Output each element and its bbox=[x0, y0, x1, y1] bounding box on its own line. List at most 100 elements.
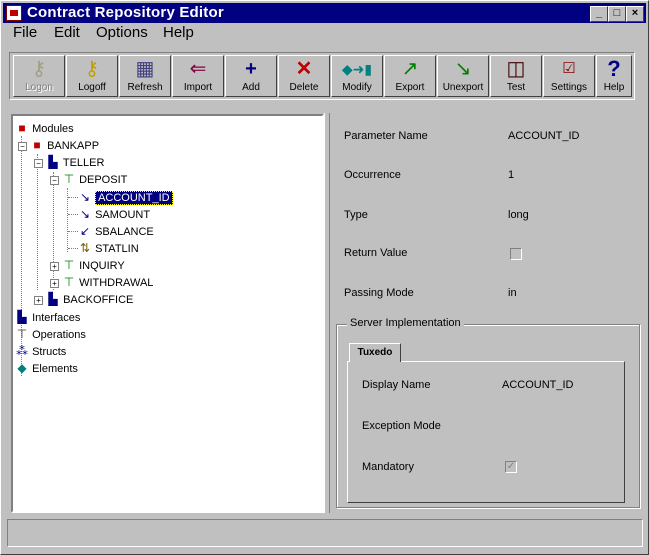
collapse-toggle[interactable]: − bbox=[34, 159, 43, 168]
tree-label: BANKAPP bbox=[47, 140, 100, 152]
minimize-button[interactable]: _ bbox=[590, 6, 608, 22]
expand-toggle[interactable]: + bbox=[50, 262, 59, 271]
modify-button[interactable]: ◆➜▮ Modify bbox=[331, 55, 383, 97]
status-bar bbox=[7, 519, 643, 547]
delete-button[interactable]: ✕ Delete bbox=[278, 55, 330, 97]
collapse-toggle[interactable]: − bbox=[18, 142, 27, 151]
key-crossed-icon: ⚷ bbox=[84, 58, 100, 80]
server-implementation-label: Server Implementation bbox=[347, 317, 464, 329]
menu-edit[interactable]: Edit bbox=[54, 24, 80, 41]
refresh-button[interactable]: ▦ Refresh bbox=[119, 55, 171, 97]
exception-mode-label: Exception Mode bbox=[362, 420, 441, 432]
tree-item-operations[interactable]: ⊤ Operations bbox=[15, 326, 86, 342]
module-icon: ■ bbox=[33, 138, 41, 152]
display-name-value: ACCOUNT_ID bbox=[502, 379, 574, 391]
add-label: Add bbox=[242, 82, 260, 93]
param-in-icon: ↘ bbox=[79, 207, 91, 221]
tree-item-samount[interactable]: ↘ SAMOUNT bbox=[78, 206, 150, 222]
settings-button[interactable]: ☑ Settings bbox=[543, 55, 595, 97]
tree-item-elements[interactable]: ◆ Elements bbox=[15, 360, 78, 376]
occurrence-label: Occurrence bbox=[344, 169, 401, 181]
tree-item-interfaces[interactable]: ▙ Interfaces bbox=[15, 309, 80, 325]
checkbox-icon: ☑ bbox=[562, 60, 576, 77]
occurrence-value: 1 bbox=[508, 169, 515, 181]
tree-guide bbox=[68, 248, 78, 249]
tree-item-sbalance[interactable]: ↙ SBALANCE bbox=[78, 223, 154, 239]
tree-label: SBALANCE bbox=[95, 226, 154, 238]
refresh-label: Refresh bbox=[127, 82, 163, 93]
menu-options[interactable]: Options bbox=[96, 24, 148, 41]
export-label: Export bbox=[395, 82, 425, 93]
interfaces-icon: ▙ bbox=[17, 310, 27, 324]
tree-item-modules[interactable]: ■ Modules bbox=[15, 120, 74, 136]
interface-icon: ▙ bbox=[48, 292, 58, 306]
delete-label: Delete bbox=[289, 82, 319, 93]
tree-label: WITHDRAWAL bbox=[79, 277, 154, 289]
tree-item-inquiry[interactable]: ⊤ INQUIRY bbox=[62, 257, 125, 273]
help-label: Help bbox=[603, 82, 625, 93]
tree-guide bbox=[53, 172, 54, 290]
operations-icon: ⊤ bbox=[16, 327, 28, 341]
gauge-icon: ◫ bbox=[506, 58, 526, 80]
mandatory-checkbox[interactable]: ✓ bbox=[505, 461, 517, 473]
menu-file[interactable]: File bbox=[13, 24, 37, 41]
logoff-label: Logoff bbox=[78, 82, 106, 93]
import-button[interactable]: ⇐ Import bbox=[172, 55, 224, 97]
help-button[interactable]: ? Help bbox=[596, 55, 632, 97]
x-icon: ✕ bbox=[295, 58, 313, 80]
display-name-label: Display Name bbox=[362, 379, 431, 391]
logoff-button[interactable]: ⚷ Logoff bbox=[66, 55, 118, 97]
tab-tuxedo[interactable]: Tuxedo bbox=[349, 343, 401, 362]
tree-item-backoffice[interactable]: ▙ BACKOFFICE bbox=[46, 291, 133, 307]
parameter-name-value: ACCOUNT_ID bbox=[508, 130, 580, 142]
expand-toggle[interactable]: + bbox=[34, 296, 43, 305]
plus-icon: + bbox=[245, 58, 257, 80]
return-value-label: Return Value bbox=[344, 247, 408, 259]
tree-guide bbox=[68, 231, 78, 232]
logon-button[interactable]: ⚷ Logon bbox=[13, 55, 65, 97]
question-icon: ? bbox=[607, 56, 621, 81]
menu-help[interactable]: Help bbox=[163, 24, 194, 41]
tree-item-bankapp[interactable]: ■ BANKAPP bbox=[30, 137, 99, 153]
test-button[interactable]: ◫ Test bbox=[490, 55, 542, 97]
param-in-icon: ↘ bbox=[79, 190, 91, 204]
repository-tree[interactable]: ■ Modules − ■ BANKAPP − ▙ TELLER − ⊤ DEP… bbox=[11, 114, 324, 513]
app-icon bbox=[6, 5, 22, 21]
import-truck-icon: ⇐ bbox=[189, 58, 207, 80]
tree-label: BACKOFFICE bbox=[63, 294, 134, 306]
unexport-button[interactable]: ↘ Unexport bbox=[437, 55, 489, 97]
title-bar[interactable]: Contract Repository Editor _ □ × bbox=[3, 3, 646, 23]
tree-item-statlin[interactable]: ⇅ STATLIN bbox=[78, 240, 139, 256]
tree-item-teller[interactable]: ▙ TELLER bbox=[46, 154, 104, 170]
tree-item-withdrawal[interactable]: ⊤ WITHDRAWAL bbox=[62, 274, 154, 290]
type-label: Type bbox=[344, 209, 368, 221]
return-value-checkbox[interactable] bbox=[510, 248, 522, 260]
tree-guide bbox=[68, 197, 78, 198]
modify-shapes-icon: ◆➜▮ bbox=[341, 61, 373, 77]
refresh-icon: ▦ bbox=[135, 58, 155, 80]
test-label: Test bbox=[506, 82, 526, 93]
export-button[interactable]: ↗ Export bbox=[384, 55, 436, 97]
modules-icon: ■ bbox=[18, 121, 26, 135]
param-inout-icon: ⇅ bbox=[79, 241, 91, 255]
unexport-arrow-icon: ↘ bbox=[454, 58, 472, 80]
tree-item-account-id[interactable]: ↘ ACCOUNT_ID bbox=[78, 189, 173, 205]
server-implementation-group: Server Implementation Tuxedo Display Nam… bbox=[336, 317, 640, 508]
menu-bar: File Edit Options Help bbox=[3, 23, 646, 43]
structs-icon: ⁂ bbox=[16, 344, 28, 358]
tree-label: DEPOSIT bbox=[79, 174, 128, 186]
add-button[interactable]: + Add bbox=[225, 55, 277, 97]
collapse-toggle[interactable]: − bbox=[50, 176, 59, 185]
maximize-button[interactable]: □ bbox=[608, 6, 626, 22]
tree-item-structs[interactable]: ⁂ Structs bbox=[15, 343, 66, 359]
tree-label: TELLER bbox=[62, 157, 105, 169]
tree-item-deposit[interactable]: ⊤ DEPOSIT bbox=[62, 171, 128, 187]
expand-toggle[interactable]: + bbox=[50, 279, 59, 288]
tree-guide bbox=[37, 154, 38, 290]
tree-label: Modules bbox=[32, 123, 74, 135]
operation-icon: ⊤ bbox=[63, 258, 75, 272]
window-title: Contract Repository Editor bbox=[27, 4, 224, 21]
close-button[interactable]: × bbox=[626, 6, 644, 22]
toolbar: ⚷ Logon ⚷ Logoff ▦ Refresh ⇐ Import + Ad… bbox=[9, 52, 635, 100]
tree-label: Structs bbox=[32, 346, 67, 358]
